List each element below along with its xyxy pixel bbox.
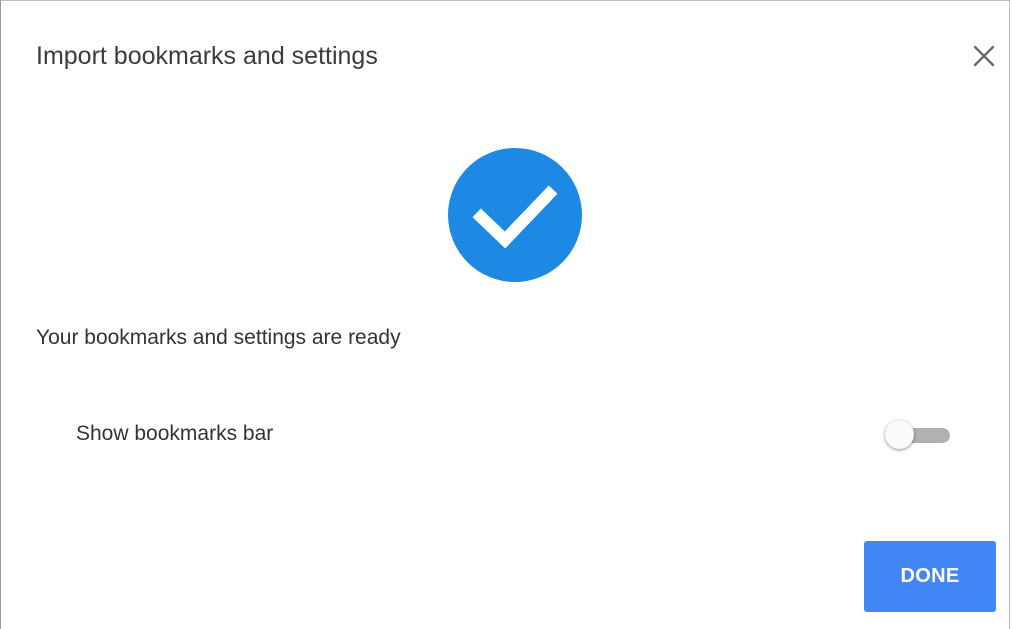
checkmark-circle-icon: [448, 148, 582, 282]
status-message: Your bookmarks and settings are ready: [36, 326, 401, 349]
done-button[interactable]: DONE: [864, 541, 996, 612]
dialog-title: Import bookmarks and settings: [36, 42, 378, 70]
close-button[interactable]: [969, 41, 999, 71]
show-bookmarks-bar-toggle[interactable]: [883, 419, 953, 451]
show-bookmarks-bar-label: Show bookmarks bar: [76, 422, 274, 445]
toggle-knob: [885, 420, 914, 449]
close-icon: [973, 45, 995, 67]
import-bookmarks-dialog: Import bookmarks and settings Your bookm…: [0, 0, 1010, 629]
